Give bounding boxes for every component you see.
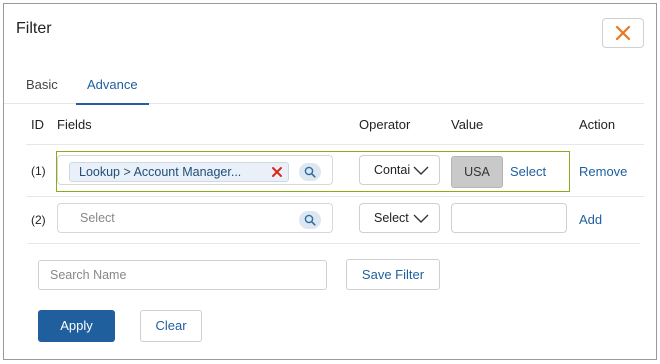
- row-1-divider: [26, 196, 644, 197]
- close-button[interactable]: [602, 18, 644, 48]
- dialog-title: Filter: [16, 20, 52, 37]
- row-2-value-input[interactable]: [451, 203, 567, 233]
- row-2-field-placeholder: Select: [80, 211, 115, 225]
- column-header-id: ID: [31, 117, 44, 132]
- column-header-fields: Fields: [57, 117, 92, 132]
- header-divider: [26, 144, 644, 145]
- row-2-add-link[interactable]: Add: [579, 212, 602, 227]
- tab-advance[interactable]: Advance: [76, 77, 149, 105]
- row-2-search-button[interactable]: [299, 211, 321, 229]
- close-x-icon: [615, 25, 631, 41]
- tab-bar: Basic Advance: [4, 74, 644, 105]
- row-1-id: (1): [31, 164, 46, 178]
- column-header-operator: Operator: [359, 117, 411, 132]
- column-header-action: Action: [579, 117, 616, 132]
- row-1-remove-link[interactable]: Remove: [579, 164, 627, 179]
- chevron-down-icon: [413, 214, 429, 223]
- filter-dialog: Filter Basic Advance ID Fields Operator …: [3, 3, 657, 360]
- row-2-id: (2): [31, 213, 46, 227]
- row-2-field-input[interactable]: Select: [57, 203, 333, 233]
- apply-button[interactable]: Apply: [38, 310, 115, 342]
- row-2-operator-value: Select: [374, 211, 409, 225]
- row-2-operator-select[interactable]: Select: [359, 203, 440, 233]
- search-name-input[interactable]: Search Name: [38, 260, 327, 290]
- search-icon: [304, 214, 316, 226]
- tab-basic[interactable]: Basic: [26, 77, 58, 105]
- column-header-value: Value: [451, 117, 484, 132]
- row-1-highlight-frame: [56, 151, 570, 192]
- row-2-divider: [28, 243, 640, 244]
- clear-button[interactable]: Clear: [140, 310, 202, 342]
- save-filter-button[interactable]: Save Filter: [346, 259, 440, 290]
